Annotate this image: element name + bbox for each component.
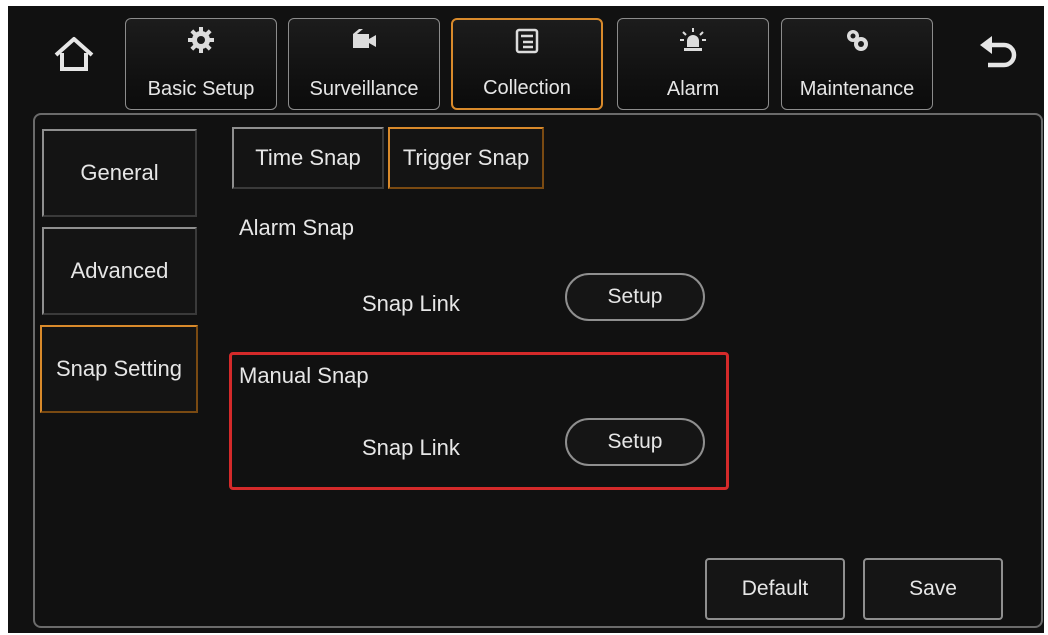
settings-panel: General Advanced Snap Setting Time Snap …: [33, 113, 1043, 628]
manual-snap-setup-button[interactable]: Setup: [565, 418, 705, 466]
gear-icon: [188, 27, 214, 53]
tab-basic-setup[interactable]: Basic Setup: [125, 18, 277, 110]
camera-icon: [353, 29, 376, 48]
alarm-snap-title: Alarm Snap: [239, 215, 354, 240]
subtab-label: Time Snap: [255, 145, 361, 170]
tab-label: Surveillance: [309, 78, 419, 100]
back-button[interactable]: [970, 28, 1026, 78]
button-label: Save: [909, 577, 957, 600]
tab-surveillance[interactable]: Surveillance: [288, 18, 440, 110]
tab-maintenance[interactable]: Maintenance: [781, 18, 933, 110]
sidebar-item-label: Advanced: [70, 258, 169, 283]
button-label: Setup: [607, 285, 663, 308]
gears-icon: [847, 30, 868, 51]
alarm-snap-link-label: Snap Link: [362, 291, 460, 316]
tab-label: Alarm: [666, 78, 720, 100]
dvr-settings-screen: Basic Setup Surveillance Collection Alar…: [8, 6, 1044, 633]
tab-label: Collection: [483, 77, 571, 99]
tab-label: Basic Setup: [147, 78, 255, 100]
sidebar-item-advanced[interactable]: Advanced: [42, 227, 197, 315]
manual-snap-title: Manual Snap: [239, 363, 369, 388]
default-button[interactable]: Default: [705, 558, 845, 620]
document-icon: [515, 28, 539, 54]
home-icon: [54, 37, 94, 71]
subtab-time-snap[interactable]: Time Snap: [232, 127, 384, 189]
sidebar-item-snap-setting[interactable]: Snap Setting: [40, 325, 198, 413]
save-button[interactable]: Save: [863, 558, 1003, 620]
back-arrow-icon: [980, 36, 1017, 68]
tab-alarm[interactable]: Alarm: [617, 18, 769, 110]
alarm-snap-setup-button[interactable]: Setup: [565, 273, 705, 321]
subtab-trigger-snap[interactable]: Trigger Snap: [388, 127, 544, 189]
tab-label: Maintenance: [799, 78, 915, 100]
sidebar-item-general[interactable]: General: [42, 129, 197, 217]
sidebar-item-label: Snap Setting: [56, 356, 182, 381]
sidebar-item-label: General: [80, 160, 159, 185]
tab-collection[interactable]: Collection: [451, 18, 603, 110]
button-label: Default: [741, 577, 809, 600]
button-label: Setup: [607, 430, 663, 453]
home-button[interactable]: [48, 32, 100, 78]
subtab-label: Trigger Snap: [402, 145, 530, 170]
alarm-light-icon: [680, 28, 706, 51]
manual-snap-link-label: Snap Link: [362, 435, 460, 460]
